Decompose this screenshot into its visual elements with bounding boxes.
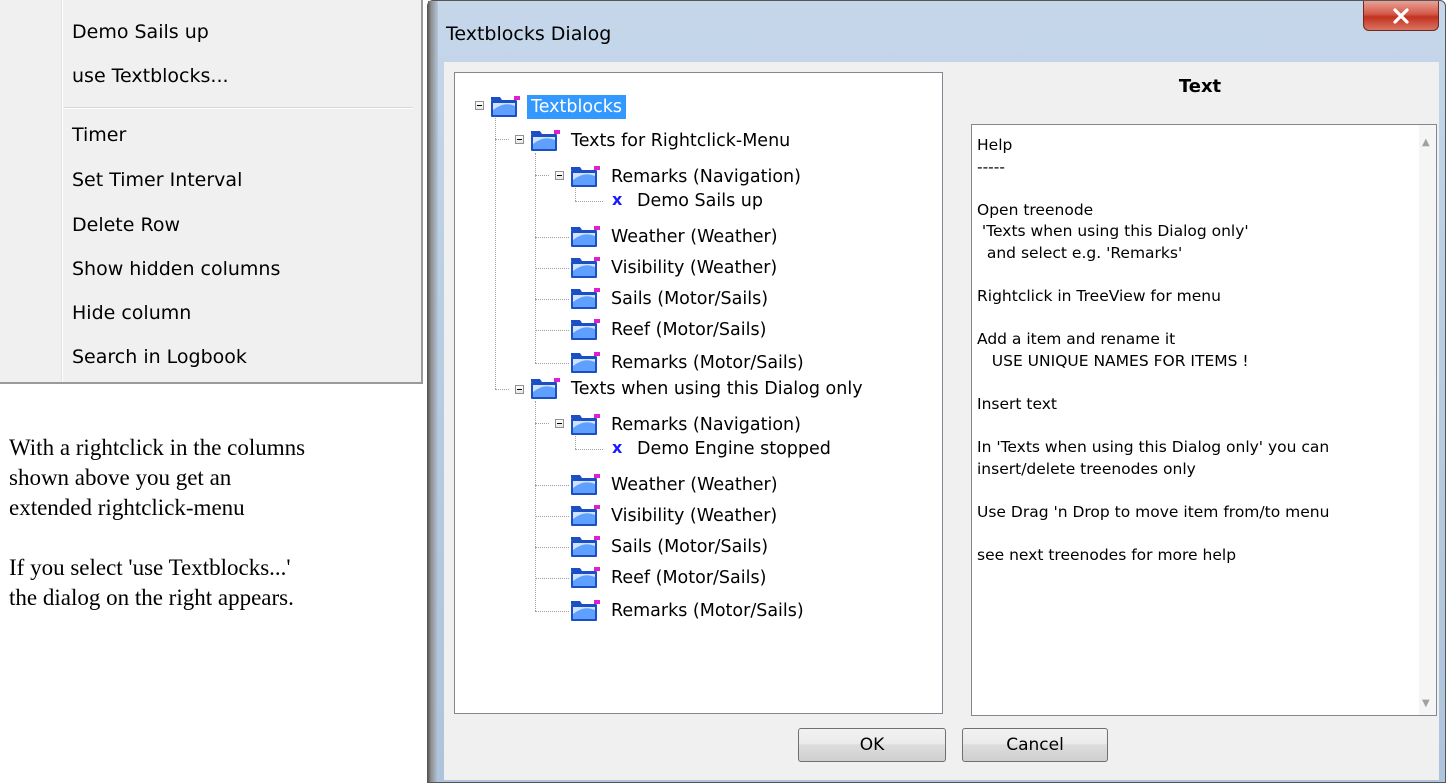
group2-child-expander[interactable] [555,419,564,428]
tree-view[interactable]: Textblocks Texts for Rightclick-Menu Rem… [454,72,943,714]
tree-leaf-demo-sails-up[interactable]: Demo Sails up [633,189,767,213]
close-button[interactable] [1363,1,1439,31]
menu-item-hide-column[interactable]: Hide column [72,298,191,328]
folder-icon [569,318,601,342]
scroll-down-icon[interactable]: ▼ [1422,698,1430,709]
tree-node-group1[interactable]: Texts for Rightclick-Menu [567,129,794,153]
folder-icon [569,256,601,280]
tree-node-group2-child[interactable]: Reef (Motor/Sails) [607,566,770,590]
description-line-3: extended rightclick-menu [9,495,245,520]
description-line-2: shown above you get an [9,465,232,490]
close-icon [1393,7,1409,24]
menu-item-set-timer-interval[interactable]: Set Timer Interval [72,165,242,195]
description-line-4: If you select 'use Textblocks...' [9,555,291,580]
tree-node-root[interactable]: Textblocks [527,95,626,119]
folder-icon [569,413,601,437]
cancel-button[interactable]: Cancel [962,728,1108,762]
tree-node-group1-child[interactable]: Reef (Motor/Sails) [607,318,770,342]
tree-node-group2-child[interactable]: Remarks (Motor/Sails) [607,599,808,623]
folder-icon [569,504,601,528]
textblocks-dialog: Textblocks Dialog Textblocks Texts for R… [427,0,1446,783]
tree-node-group2[interactable]: Texts when using this Dialog only [567,377,867,401]
tree-node-group1-child[interactable]: Remarks (Motor/Sails) [607,351,808,375]
tree-node-group1-child[interactable]: Weather (Weather) [607,225,782,249]
text-editor[interactable]: Help ----- Open treenode 'Texts when usi… [971,124,1437,716]
tree-node-group1-child[interactable]: Visibility (Weather) [607,256,781,280]
text-content: Help ----- Open treenode 'Texts when usi… [977,136,1330,565]
folder-icon [529,377,561,401]
root-expander[interactable] [475,101,484,110]
folder-icon [569,599,601,623]
tree-node-group2-child[interactable]: Sails (Motor/Sails) [607,535,772,559]
tree-node-group2-child[interactable]: Visibility (Weather) [607,504,781,528]
folder-icon [569,165,601,189]
menu-item-show-hidden-columns[interactable]: Show hidden columns [72,254,280,284]
folder-icon [569,351,601,375]
menu-item-delete-row[interactable]: Delete Row [72,210,180,240]
leaf-marker-icon: x [612,190,623,209]
dialog-client-area: Textblocks Texts for Rightclick-Menu Rem… [444,62,1439,780]
group1-expander[interactable] [515,135,524,144]
vertical-scrollbar[interactable]: ▲ ▼ [1419,125,1436,715]
tree-node-group1-child[interactable]: Remarks (Navigation) [607,165,805,189]
group2-expander[interactable] [515,385,524,394]
folder-icon [569,225,601,249]
dialog-title: Textblocks Dialog [446,23,612,45]
folder-icon [569,535,601,559]
tree-leaf-demo-engine-stopped[interactable]: Demo Engine stopped [633,437,835,461]
folder-icon [569,287,601,311]
folder-icon [489,95,521,119]
menu-item-use-textblocks[interactable]: use Textblocks... [72,61,229,91]
tree-node-group2-child[interactable]: Remarks (Navigation) [607,413,805,437]
group1-child-expander[interactable] [555,171,564,180]
menu-item-search-in-logbook[interactable]: Search in Logbook [72,342,247,372]
scroll-up-icon[interactable]: ▲ [1422,137,1430,148]
text-panel-header: Text [1178,76,1222,97]
context-menu: Demo Sails up use Textblocks... Timer Se… [0,0,423,384]
menu-separator [64,107,413,109]
folder-icon [569,473,601,497]
folder-icon [569,566,601,590]
ok-button[interactable]: OK [798,728,946,762]
tree-node-group1-child[interactable]: Sails (Motor/Sails) [607,287,772,311]
folder-icon [529,129,561,153]
menu-item-timer[interactable]: Timer [72,120,126,150]
menu-item-demo-sails-up[interactable]: Demo Sails up [72,17,209,47]
description-line-1: With a rightclick in the columns [9,435,306,460]
tree-node-group2-child[interactable]: Weather (Weather) [607,473,782,497]
description-line-5: the dialog on the right appears. [9,585,294,610]
leaf-marker-icon: x [612,438,623,457]
